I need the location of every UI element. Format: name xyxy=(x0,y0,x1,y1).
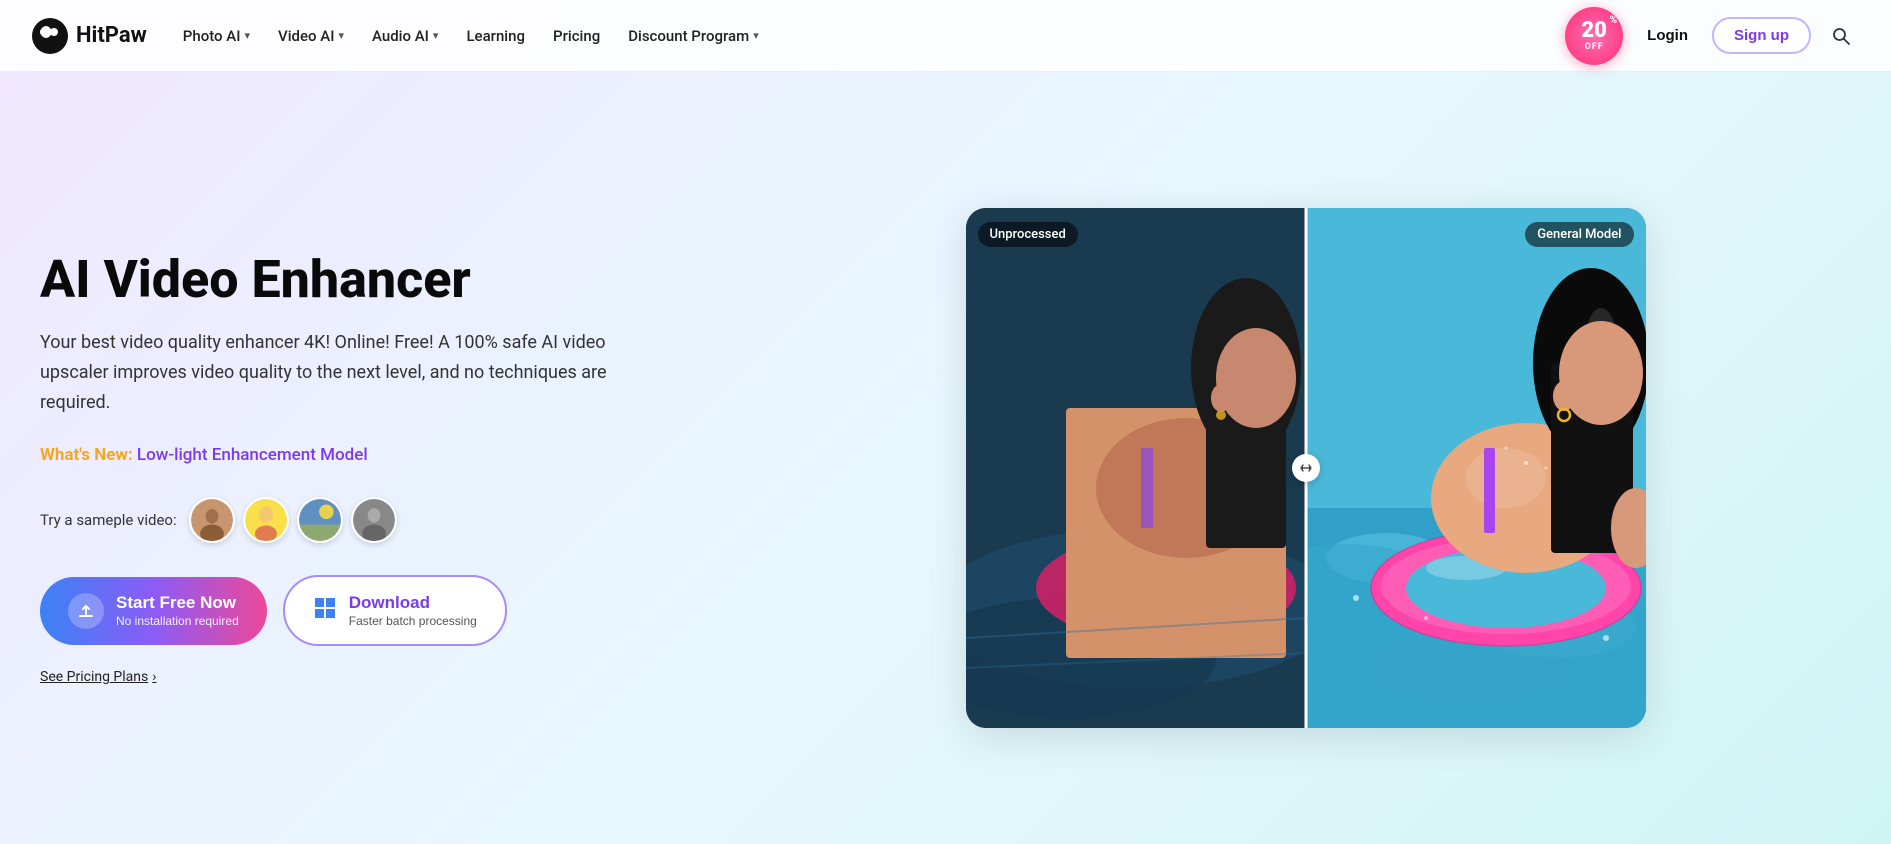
sample-thumbs xyxy=(189,497,397,543)
upload-icon xyxy=(68,593,104,629)
whats-new-link[interactable]: Low-light Enhancement Model xyxy=(137,445,368,465)
nav-links: Photo AI ▾ Video AI ▾ Audio AI ▾ Learnin… xyxy=(171,19,1565,53)
start-free-sublabel: No installation required xyxy=(116,614,239,628)
nav-right-area: 20 % OFF Login Sign up xyxy=(1565,7,1859,65)
sample-label: Try a sameple video: xyxy=(40,511,177,529)
comparison-right xyxy=(1306,208,1646,728)
brand-name: HitPaw xyxy=(76,23,147,48)
pricing-plans-link[interactable]: See Pricing Plans › xyxy=(40,669,156,685)
cta-buttons: Start Free Now No installation required … xyxy=(40,575,720,645)
comparison-left xyxy=(966,208,1306,728)
scene-left-svg xyxy=(966,208,1306,728)
download-label: Download xyxy=(349,593,477,613)
drag-icon xyxy=(1299,461,1313,475)
nav-photo-ai[interactable]: Photo AI ▾ xyxy=(171,19,262,53)
logo[interactable]: HitPaw xyxy=(32,18,147,54)
navbar: HitPaw Photo AI ▾ Video AI ▾ Audio AI ▾ … xyxy=(0,0,1891,72)
search-icon xyxy=(1831,26,1851,46)
hitpaw-logo-icon xyxy=(32,18,68,54)
comparison-inner: Unprocessed General Model xyxy=(966,208,1646,728)
comparison-handle[interactable] xyxy=(1292,454,1320,482)
nav-learning[interactable]: Learning xyxy=(454,19,537,53)
nav-pricing[interactable]: Pricing xyxy=(541,19,612,53)
hero-description: Your best video quality enhancer 4K! Onl… xyxy=(40,328,640,417)
nav-discount-program[interactable]: Discount Program ▾ xyxy=(616,19,771,53)
sample-thumb-4[interactable] xyxy=(351,497,397,543)
sample-videos-row: Try a sameple video: xyxy=(40,497,720,543)
start-free-button[interactable]: Start Free Now No installation required xyxy=(40,577,267,645)
comparison-label-left: Unprocessed xyxy=(978,222,1078,247)
hero-section: AI Video Enhancer Your best video qualit… xyxy=(0,72,1891,844)
chevron-down-icon: ▾ xyxy=(433,29,439,42)
chevron-down-icon: ▾ xyxy=(338,29,344,42)
windows-icon xyxy=(313,596,337,626)
chevron-down-icon: ▾ xyxy=(753,29,759,42)
download-button[interactable]: Download Faster batch processing xyxy=(283,575,507,645)
download-sublabel: Faster batch processing xyxy=(349,614,477,628)
sample-thumb-3[interactable] xyxy=(297,497,343,543)
sample-thumb-2[interactable] xyxy=(243,497,289,543)
whats-new: What's New: Low-light Enhancement Model xyxy=(40,445,720,465)
hero-image: Unprocessed General Model xyxy=(760,208,1851,728)
hero-content: AI Video Enhancer Your best video qualit… xyxy=(40,251,720,685)
scene-right-svg xyxy=(1306,208,1646,728)
nav-audio-ai[interactable]: Audio AI ▾ xyxy=(360,19,450,53)
login-button[interactable]: Login xyxy=(1635,19,1700,52)
comparison-card: Unprocessed General Model xyxy=(966,208,1646,728)
signup-button[interactable]: Sign up xyxy=(1712,17,1811,54)
chevron-down-icon: ▾ xyxy=(244,29,250,42)
nav-video-ai[interactable]: Video AI ▾ xyxy=(266,19,356,53)
comparison-label-right: General Model xyxy=(1525,222,1633,247)
sample-thumb-1[interactable] xyxy=(189,497,235,543)
start-free-label: Start Free Now xyxy=(116,593,239,613)
discount-badge[interactable]: 20 % OFF xyxy=(1565,7,1623,65)
search-button[interactable] xyxy=(1823,18,1859,54)
hero-title: AI Video Enhancer xyxy=(40,251,720,308)
whats-new-label: What's New: xyxy=(40,445,133,465)
